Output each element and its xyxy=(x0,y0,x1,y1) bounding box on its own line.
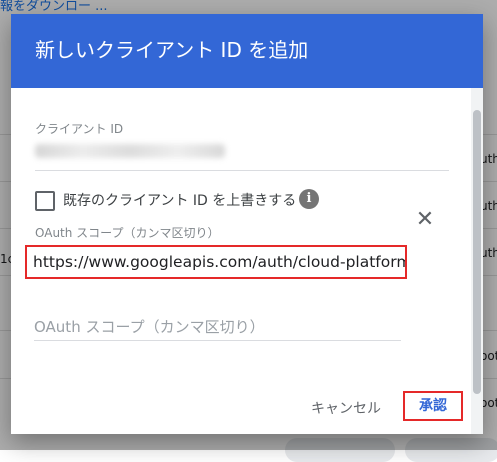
overwrite-checkbox-label[interactable]: 既存のクライアント ID を上書きする xyxy=(63,190,296,210)
client-id-value-redacted xyxy=(35,144,225,158)
add-client-id-dialog: 新しいクライアント ID を追加 クライアント ID 既存のクライアント ID … xyxy=(11,14,483,434)
info-icon[interactable]: i xyxy=(299,189,319,209)
cancel-button[interactable]: キャンセル xyxy=(311,398,381,418)
dialog-title: 新しいクライアント ID を追加 xyxy=(11,14,483,88)
dialog-body: クライアント ID 既存のクライアント ID を上書きする i OAuth スコ… xyxy=(11,88,483,434)
scope-input[interactable]: https://www.googleapis.com/auth/cloud-pl… xyxy=(25,245,407,279)
scope-input-empty-underline xyxy=(34,340,401,341)
close-icon[interactable]: ✕ xyxy=(413,208,437,232)
overwrite-checkbox[interactable] xyxy=(35,191,55,211)
scope-input-empty[interactable]: OAuth スコープ（カンマ区切り） xyxy=(34,316,265,337)
scrollbar-thumb[interactable] xyxy=(473,110,481,394)
scope-label: OAuth スコープ（カンマ区切り） xyxy=(35,226,220,240)
client-id-underline xyxy=(35,170,449,171)
client-id-label: クライアント ID xyxy=(35,122,124,136)
approve-button[interactable]: 承認 xyxy=(403,391,463,421)
